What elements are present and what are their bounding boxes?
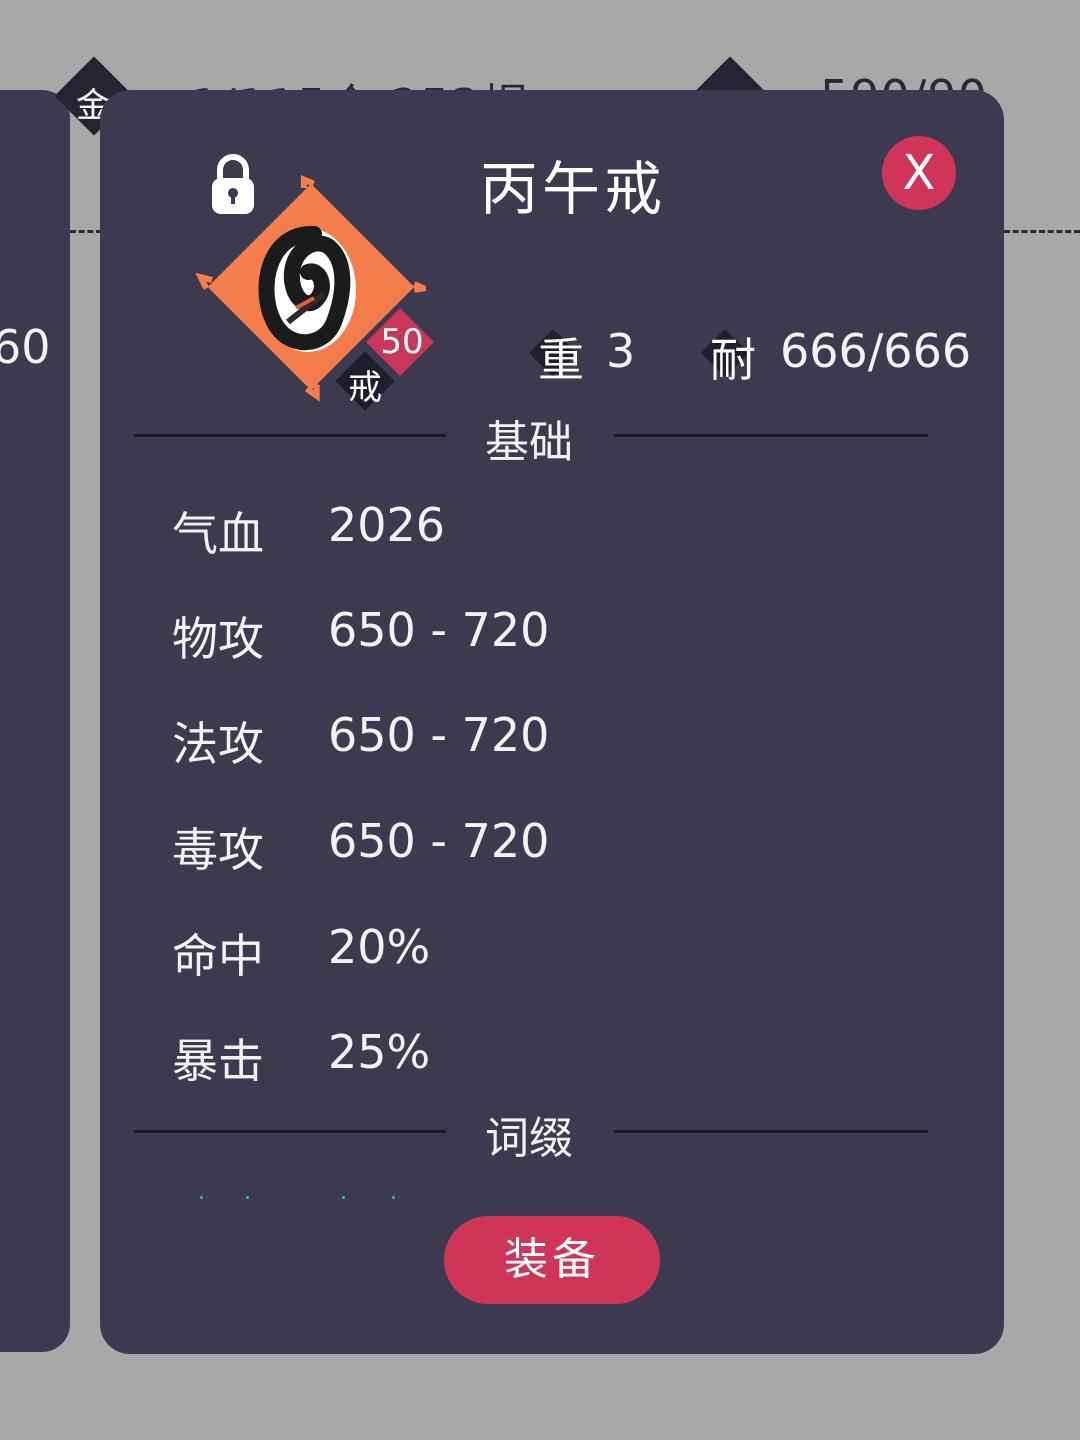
- attribute-name: 暴击: [172, 1034, 264, 1088]
- durability-value: 666/666: [780, 324, 972, 378]
- screen: 60 金 1/115个 253帽 590/90 50: [0, 0, 1080, 1440]
- attribute-value: 20%: [328, 920, 431, 974]
- background-dashed-line: [1004, 230, 1080, 233]
- item-type: 戒: [348, 368, 382, 408]
- item-type-badge: 戒: [335, 351, 395, 411]
- section-affix-label: 词缀: [485, 1113, 573, 1164]
- divider-line: [134, 1130, 446, 1133]
- attribute-name: 命中: [172, 929, 264, 983]
- attribute-name: 气血: [172, 507, 264, 561]
- attribute-value: 2026: [328, 498, 446, 552]
- attribute-value: 650 - 720: [328, 603, 550, 657]
- section-basic-label: 基础: [485, 417, 573, 468]
- divider-line: [614, 434, 928, 437]
- weight-value: 3: [606, 324, 636, 378]
- background-dashed-line: [70, 230, 102, 233]
- durability-label: 耐: [710, 333, 756, 387]
- attribute-name: 物攻: [172, 612, 264, 666]
- equip-button[interactable]: 装备: [444, 1216, 660, 1304]
- attribute-value: 25%: [328, 1025, 431, 1079]
- close-button[interactable]: X: [882, 136, 956, 210]
- divider-line: [134, 434, 446, 437]
- section-affix: 词缀: [134, 1100, 928, 1164]
- item-detail-dialog: 50 戒 丙午戒 X 重 3 耐 666/666 基础 气血 2026 物攻 6…: [100, 90, 1004, 1354]
- weight-label: 重: [538, 333, 584, 387]
- weight-stat: 重 3: [528, 322, 648, 387]
- background-left-panel: [0, 90, 70, 1352]
- attribute-name: 法攻: [172, 717, 264, 771]
- attribute-value: 650 - 720: [328, 814, 550, 868]
- section-basic: 基础: [134, 404, 928, 468]
- item-title: 丙午戒: [480, 155, 667, 223]
- durability-stat: 耐 666/666: [700, 322, 980, 387]
- affix-list-fade: [200, 1196, 400, 1202]
- divider-line: [614, 1130, 928, 1133]
- attribute-value: 650 - 720: [328, 708, 550, 762]
- background-left-number: 60: [0, 320, 51, 374]
- attribute-name: 毒攻: [172, 823, 264, 877]
